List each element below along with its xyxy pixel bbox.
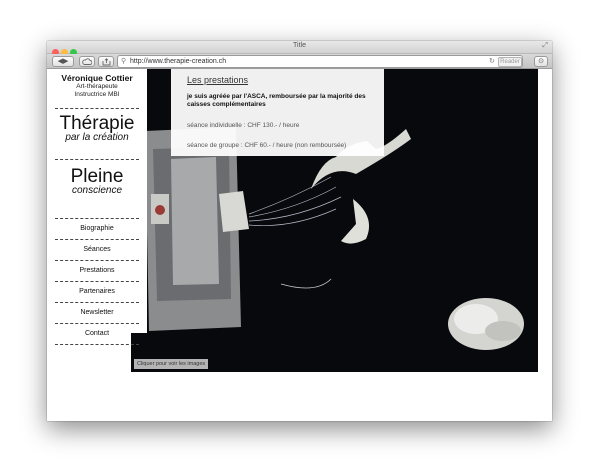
nav-newsletter[interactable]: Newsletter [47, 303, 147, 323]
browser-window: Title ⤢ ◀▶ ⚲ http://www.therapie-creatio… [47, 41, 552, 421]
role-art-therapist: Art-thérapeute [76, 83, 118, 90]
toolbar: ◀▶ ⚲ http://www.therapie-creation.ch ↻ R… [47, 54, 552, 69]
asca-notice: je suis agréée par l'ASCA, remboursée pa… [187, 93, 366, 108]
url-text[interactable]: http://www.therapie-creation.ch [130, 56, 226, 67]
icloud-tabs-button[interactable] [79, 56, 95, 67]
prestations-panel: Les prestations je suis agréée par l'ASC… [171, 69, 384, 156]
reload-icon[interactable]: ↻ [489, 56, 495, 67]
price-individual: séance individuelle : CHF 130.- / heure [187, 122, 300, 129]
divider [55, 344, 139, 345]
brand-therapie-link[interactable]: Thérapie par la création [47, 109, 147, 159]
nav-contact[interactable]: Contact [47, 324, 147, 344]
downloads-button[interactable]: ⊙ [534, 56, 548, 67]
nav-biographie[interactable]: Biographie [47, 219, 147, 239]
lock-icon: ⚲ [121, 58, 127, 65]
nav-prestations[interactable]: Prestations [47, 261, 147, 281]
prestations-title: Les prestations [187, 75, 249, 85]
download-icon: ⊙ [538, 58, 544, 65]
title-bar: Title ⤢ [47, 41, 552, 56]
reader-button[interactable]: Reader [498, 57, 522, 67]
address-bar[interactable]: ⚲ http://www.therapie-creation.ch ↻ Read… [117, 55, 523, 68]
page-content: Véronique Cottier Art-thérapeute Instruc… [47, 69, 552, 421]
share-icon [102, 57, 110, 65]
role-mbi-instructor: Instructrice MBI [74, 91, 120, 98]
nav-seances[interactable]: Séances [47, 240, 147, 260]
cloud-icon [82, 58, 93, 65]
window-title: Title [293, 42, 306, 49]
brand-therapie-subtitle: par la création [65, 132, 129, 143]
nav-partenaires[interactable]: Partenaires [47, 282, 147, 302]
resize-icon[interactable]: ⤢ [542, 42, 548, 50]
share-button[interactable] [98, 56, 114, 67]
sidebar: Véronique Cottier Art-thérapeute Instruc… [47, 69, 147, 345]
forward-icon[interactable]: ▶ [63, 58, 68, 65]
price-group: séance de groupe : CHF 60.- / heure (non… [187, 142, 347, 149]
brand-therapie-title: Thérapie [59, 113, 135, 134]
view-images-caption[interactable]: Cliquer pour voir les images [134, 359, 209, 369]
author-name: Véronique Cottier [61, 73, 133, 83]
back-forward-buttons[interactable]: ◀▶ [52, 56, 74, 67]
brand-pleine-subtitle: conscience [71, 185, 123, 196]
brand-pleine-title: Pleine [70, 166, 124, 187]
brand-pleine-conscience-link[interactable]: Pleine conscience [47, 160, 147, 218]
